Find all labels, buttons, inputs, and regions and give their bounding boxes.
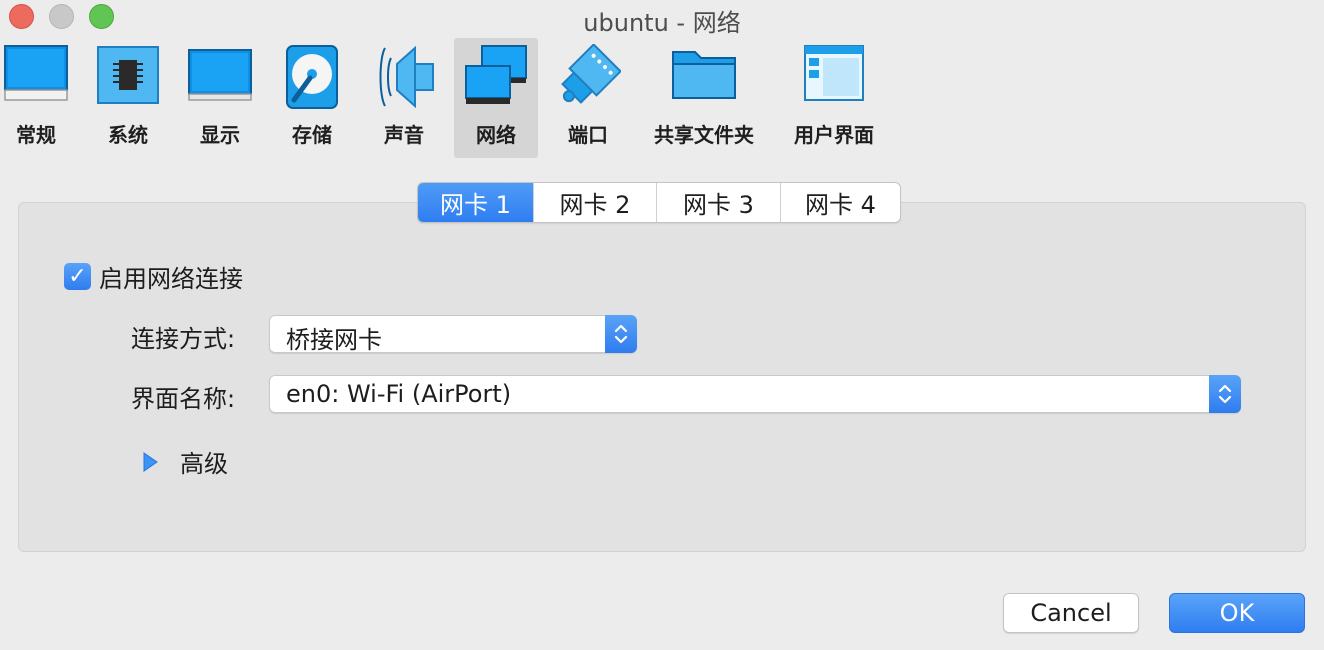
tab-adapter-4[interactable]: 网卡 4 [781,183,900,222]
settings-toolbar: 常规 系统 显示 存储 声音 网络 端口 共享文件夹 用户界面 [0,38,1324,158]
attached-to-select[interactable]: 桥接网卡 [269,315,637,354]
attached-to-label: 连接方式: [131,325,236,353]
toolbar-label: 常规 [16,123,56,147]
monitor-general-icon [4,45,68,101]
toolbar-item-shared-folders[interactable]: 共享文件夹 [648,38,760,158]
toolbar-label: 端口 [568,123,608,147]
tab-adapter-1[interactable]: 网卡 1 [418,183,534,222]
toolbar-item-general[interactable]: 常规 [0,38,72,158]
advanced-label: 高级 [180,450,228,478]
toolbar-item-display[interactable]: 显示 [184,38,256,158]
interface-name-label: 界面名称: [131,385,236,413]
toolbar-item-system[interactable]: 系统 [92,38,164,158]
enable-network-row: ✓ 启用网络连接 [64,259,243,294]
enable-network-checkbox[interactable]: ✓ [64,263,91,290]
chip-icon [97,46,159,104]
toolbar-item-audio[interactable]: 声音 [368,38,440,158]
toolbar-item-ports[interactable]: 端口 [552,38,624,158]
toolbar-label: 显示 [200,123,240,147]
tab-adapter-2[interactable]: 网卡 2 [534,183,657,222]
window-title: ubuntu - 网络 [583,9,741,37]
toolbar-item-user-interface[interactable]: 用户界面 [786,38,882,158]
window-icon [804,45,864,101]
select-stepper-icon [1209,375,1241,413]
toolbar-label: 声音 [384,123,424,147]
folder-icon [672,51,736,99]
toolbar-label: 系统 [108,123,148,147]
settings-window: ubuntu - 网络 常规 系统 显示 存储 声音 网络 端口 共享文件夹 用… [0,0,1324,650]
cancel-button[interactable]: Cancel [1003,593,1139,633]
toolbar-label: 存储 [292,123,332,147]
toolbar-item-storage[interactable]: 存储 [276,38,348,158]
enable-network-label: 启用网络连接 [99,265,243,293]
serial-port-icon [561,44,621,104]
ok-button[interactable]: OK [1169,593,1305,633]
network-icon [465,45,527,104]
interface-name-value: en0: Wi-Fi (AirPort) [286,380,512,408]
title-bar: ubuntu - 网络 [0,0,1324,37]
display-icon [188,49,252,101]
toolbar-item-network[interactable]: 网络 [454,38,538,158]
speaker-icon [379,45,434,109]
attached-to-value: 桥接网卡 [286,326,382,354]
toolbar-label: 网络 [476,123,516,147]
tab-adapter-3[interactable]: 网卡 3 [657,183,781,222]
interface-name-select[interactable]: en0: Wi-Fi (AirPort) [269,375,1241,413]
checkmark-icon: ✓ [68,263,87,289]
disk-icon [286,45,338,109]
adapter-tabs: 网卡 1 网卡 2 网卡 3 网卡 4 [417,182,901,223]
toolbar-label: 用户界面 [794,123,874,147]
advanced-disclosure[interactable]: 高级 [140,444,228,479]
disclosure-triangle-icon[interactable] [140,451,160,473]
select-stepper-icon [605,315,637,353]
toolbar-label: 共享文件夹 [654,123,754,147]
